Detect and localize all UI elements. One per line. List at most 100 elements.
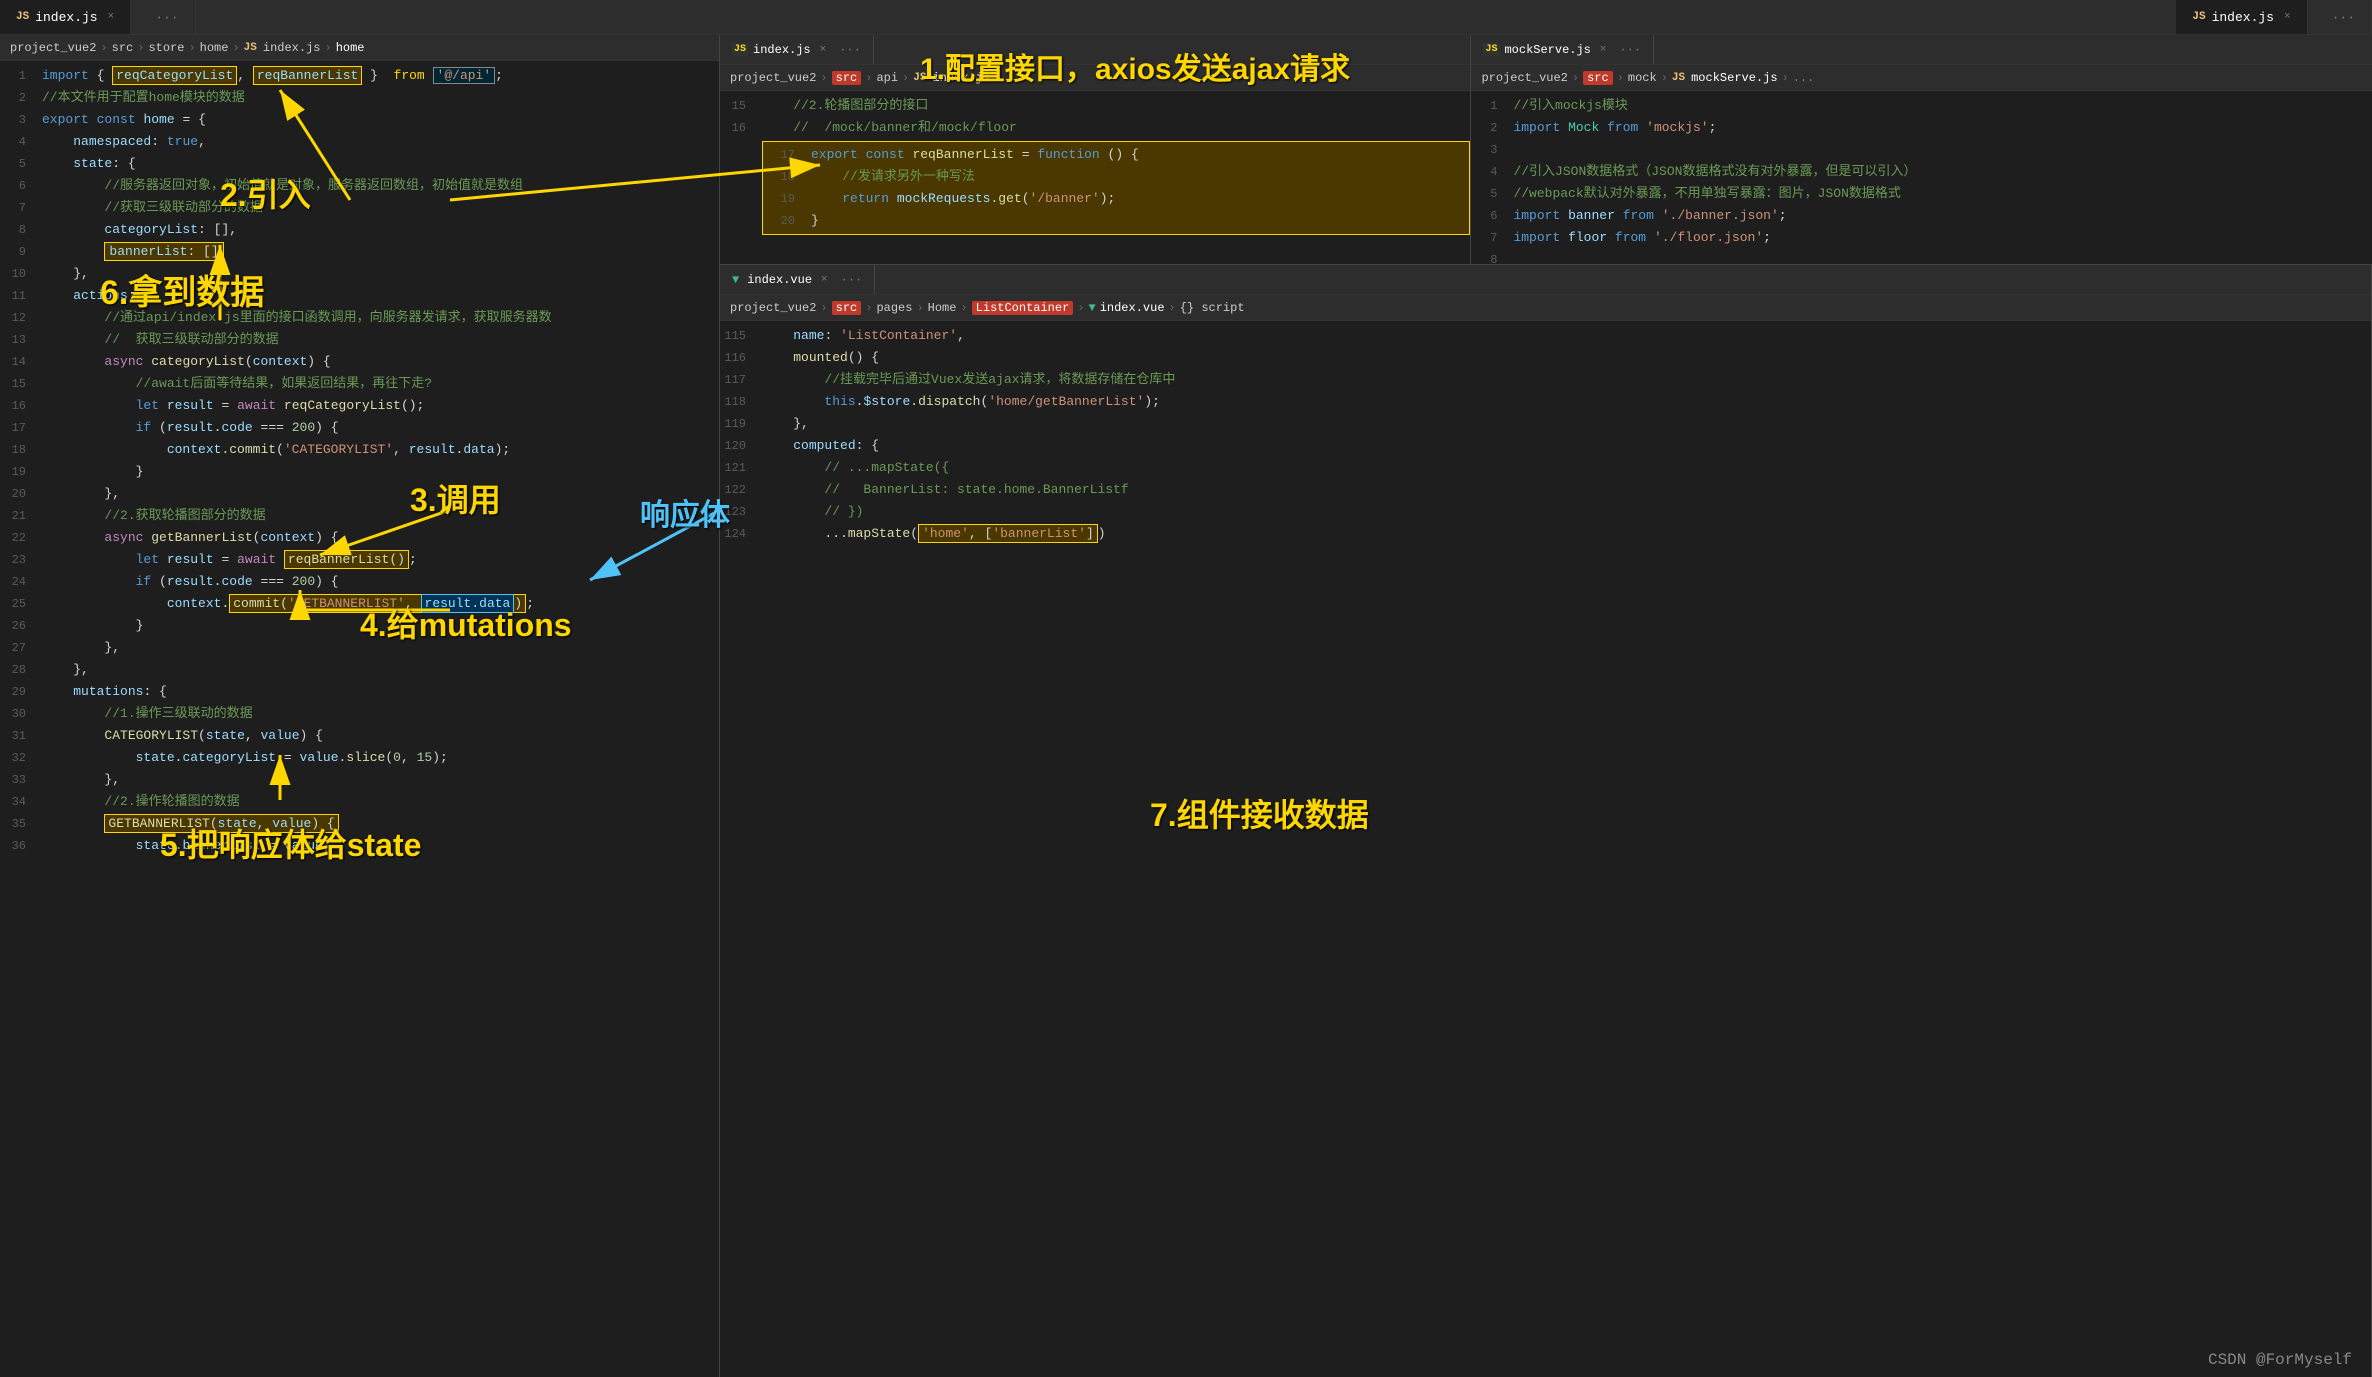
rtl-line-18: 18 //发请求另外一种写法	[769, 166, 1463, 188]
rb-line-117: 117 //挂载完毕后通过Vuex发送ajax请求，将数据存储在仓库中	[720, 369, 2371, 391]
right-bottom-panel: ▼ index.vue × ··· project_vue2 › src › p…	[720, 265, 2372, 1377]
right-bottom-tabs: ▼ index.vue × ···	[720, 265, 2371, 295]
tab-label: index.js	[35, 10, 97, 25]
code-line-11: 11 actions: {	[0, 285, 719, 307]
rb-line-118: 118 this.$store.dispatch('home/getBanner…	[720, 391, 2371, 413]
js-icon-mock: JS	[1483, 43, 1499, 56]
code-line-36: 36 state.bannerList = value;	[0, 835, 719, 857]
tab-more-dots: ···	[155, 10, 178, 25]
code-line-29: 29 mutations: {	[0, 681, 719, 703]
right-top-left-breadcrumb: project_vue2 › src › api › JS index.js ›…	[720, 65, 1470, 91]
right-top-left-panel: JS index.js × ··· project_vue2 › src › a…	[720, 35, 1471, 264]
tab-mockserve[interactable]: JS mockServe.js × ···	[1471, 35, 1654, 64]
code-line-12: 12 //通过api/index.js里面的接口函数调用，向服务器发请求，获取服…	[0, 307, 719, 329]
tab-close-icon[interactable]: ×	[108, 11, 115, 23]
tab-api-label: index.js	[753, 43, 811, 57]
bc-src: src	[112, 41, 134, 55]
code-line-18: 18 context.commit('CATEGORYLIST', result…	[0, 439, 719, 461]
rb-line-123: 123 // })	[720, 501, 2371, 523]
rtr-line-4: 4 //引入JSON数据格式（JSON数据格式没有对外暴露，但是可以引入）	[1471, 161, 2372, 183]
code-line-28: 28 },	[0, 659, 719, 681]
code-line-10: 10 },	[0, 263, 719, 285]
bc-file: index.js	[263, 41, 321, 55]
code-line-17: 17 if (result.code === 200) {	[0, 417, 719, 439]
editors-area: project_vue2 › src › store › home › JS i…	[0, 35, 2372, 1377]
code-line-22: 22 async getBannerList(context) {	[0, 527, 719, 549]
right-top-left-code[interactable]: 15 //2.轮播图部分的接口 16 // /mock/banner和/mock…	[720, 91, 1470, 264]
tab-close-vue[interactable]: ×	[821, 274, 828, 286]
code-line-3: 3 export const home = {	[0, 109, 719, 131]
code-line-13: 13 // 获取三级联动部分的数据	[0, 329, 719, 351]
tab-close-api[interactable]: ×	[820, 44, 827, 56]
bc-store: store	[148, 41, 184, 55]
code-line-16: 16 let result = await reqCategoryList();	[0, 395, 719, 417]
left-breadcrumb: project_vue2 › src › store › home › JS i…	[0, 35, 719, 61]
bc-project: project_vue2	[10, 41, 96, 55]
right-top-right-tabs: JS mockServe.js × ···	[1471, 35, 2372, 65]
rtl-line-20: 20 }	[769, 210, 1463, 232]
rb-line-116: 116 mounted() {	[720, 347, 2371, 369]
code-line-19: 19 }	[0, 461, 719, 483]
bc-home: home	[200, 41, 229, 55]
api-function-highlight: 17 export const reqBannerList = function…	[762, 141, 1470, 235]
left-editor: project_vue2 › src › store › home › JS i…	[0, 35, 720, 1377]
tab-index-js-right[interactable]: JS index.js ×	[2176, 0, 2307, 34]
right-editor: JS index.js × ··· project_vue2 › src › a…	[720, 35, 2372, 1377]
tab-label-right: index.js	[2212, 10, 2274, 25]
code-line-7: 7 //获取三级联动部分的数据	[0, 197, 719, 219]
js-file-icon: JS	[16, 11, 29, 23]
rb-line-121: 121 // ...mapState({	[720, 457, 2371, 479]
code-line-33: 33 },	[0, 769, 719, 791]
rtl-line-19: 19 return mockRequests.get('/banner');	[769, 188, 1463, 210]
rtr-line-6: 6 import banner from './banner.json';	[1471, 205, 2372, 227]
rb-line-115: 115 name: 'ListContainer',	[720, 325, 2371, 347]
tab-index-js-left[interactable]: JS index.js ×	[0, 0, 131, 34]
code-line-4: 4 namespaced: true,	[0, 131, 719, 153]
code-line-6: 6 //服务器返回对象，初始值就是对象，服务器返回数组，初始值就是数组	[0, 175, 719, 197]
tab-index-vue[interactable]: ▼ index.vue × ···	[720, 265, 875, 294]
rb-line-119: 119 },	[720, 413, 2371, 435]
rtr-line-8: 8	[1471, 249, 2372, 264]
right-top-right-panel: JS mockServe.js × ··· project_vue2 › src…	[1471, 35, 2372, 264]
code-line-5: 5 state: {	[0, 153, 719, 175]
code-line-25: 25 context.commit('GETBANNERLIST', resul…	[0, 593, 719, 615]
tab-vue-dots: ···	[841, 273, 863, 287]
code-line-14: 14 async categoryList(context) {	[0, 351, 719, 373]
js-icon-api: JS	[732, 43, 748, 56]
tab-close-mock[interactable]: ×	[1600, 44, 1607, 56]
code-line-20: 20 },	[0, 483, 719, 505]
code-line-23: 23 let result = await reqBannerList();	[0, 549, 719, 571]
right-top-right-breadcrumb: project_vue2 › src › mock › JS mockServe…	[1471, 65, 2372, 91]
right-top-left-tabs: JS index.js × ···	[720, 35, 1470, 65]
right-bottom-breadcrumb: project_vue2 › src › pages › Home › List…	[720, 295, 2371, 321]
tab-dots-left[interactable]: ···	[131, 0, 195, 34]
code-line-27: 27 },	[0, 637, 719, 659]
tab-api-index[interactable]: JS index.js × ···	[720, 35, 874, 64]
rtr-line-3: 3	[1471, 139, 2372, 161]
right-top-right-code[interactable]: 1 //引入mockjs模块 2 import Mock from 'mockj…	[1471, 91, 2372, 264]
code-line-2: 2 //本文件用于配置home模块的数据	[0, 87, 719, 109]
rtr-line-7: 7 import floor from './floor.json';	[1471, 227, 2372, 249]
tab-mock-label: mockServe.js	[1504, 43, 1590, 57]
code-line-34: 34 //2.操作轮播图的数据	[0, 791, 719, 813]
code-line-24: 24 if (result.code === 200) {	[0, 571, 719, 593]
code-line-21: 21 //2.获取轮播图部分的数据	[0, 505, 719, 527]
js-file-icon-right: JS	[2192, 11, 2205, 23]
bc-symbol: home	[336, 41, 365, 55]
rtl-line-16: 16 // /mock/banner和/mock/floor	[720, 117, 1470, 139]
rtr-line-2: 2 import Mock from 'mockjs';	[1471, 117, 2372, 139]
rtr-line-1: 1 //引入mockjs模块	[1471, 95, 2372, 117]
code-line-26: 26 }	[0, 615, 719, 637]
tab-mock-dots: ···	[1620, 43, 1642, 57]
rtl-line-17: 17 export const reqBannerList = function…	[769, 144, 1463, 166]
code-line-1: 1 import { reqCategoryList, reqBannerLis…	[0, 65, 719, 87]
tab-close-right[interactable]: ×	[2284, 11, 2291, 23]
code-line-30: 30 //1.操作三级联动的数据	[0, 703, 719, 725]
right-top-area: JS index.js × ··· project_vue2 › src › a…	[720, 35, 2372, 265]
right-bottom-code[interactable]: 115 name: 'ListContainer', 116 mounted()…	[720, 321, 2371, 1377]
right-bottom-area: ▼ index.vue × ··· project_vue2 › src › p…	[720, 265, 2372, 1377]
tab-dots-right[interactable]: ···	[2308, 0, 2372, 34]
rb-line-120: 120 computed: {	[720, 435, 2371, 457]
code-line-8: 8 categoryList: [],	[0, 219, 719, 241]
left-code-area[interactable]: 1 import { reqCategoryList, reqBannerLis…	[0, 61, 719, 1377]
